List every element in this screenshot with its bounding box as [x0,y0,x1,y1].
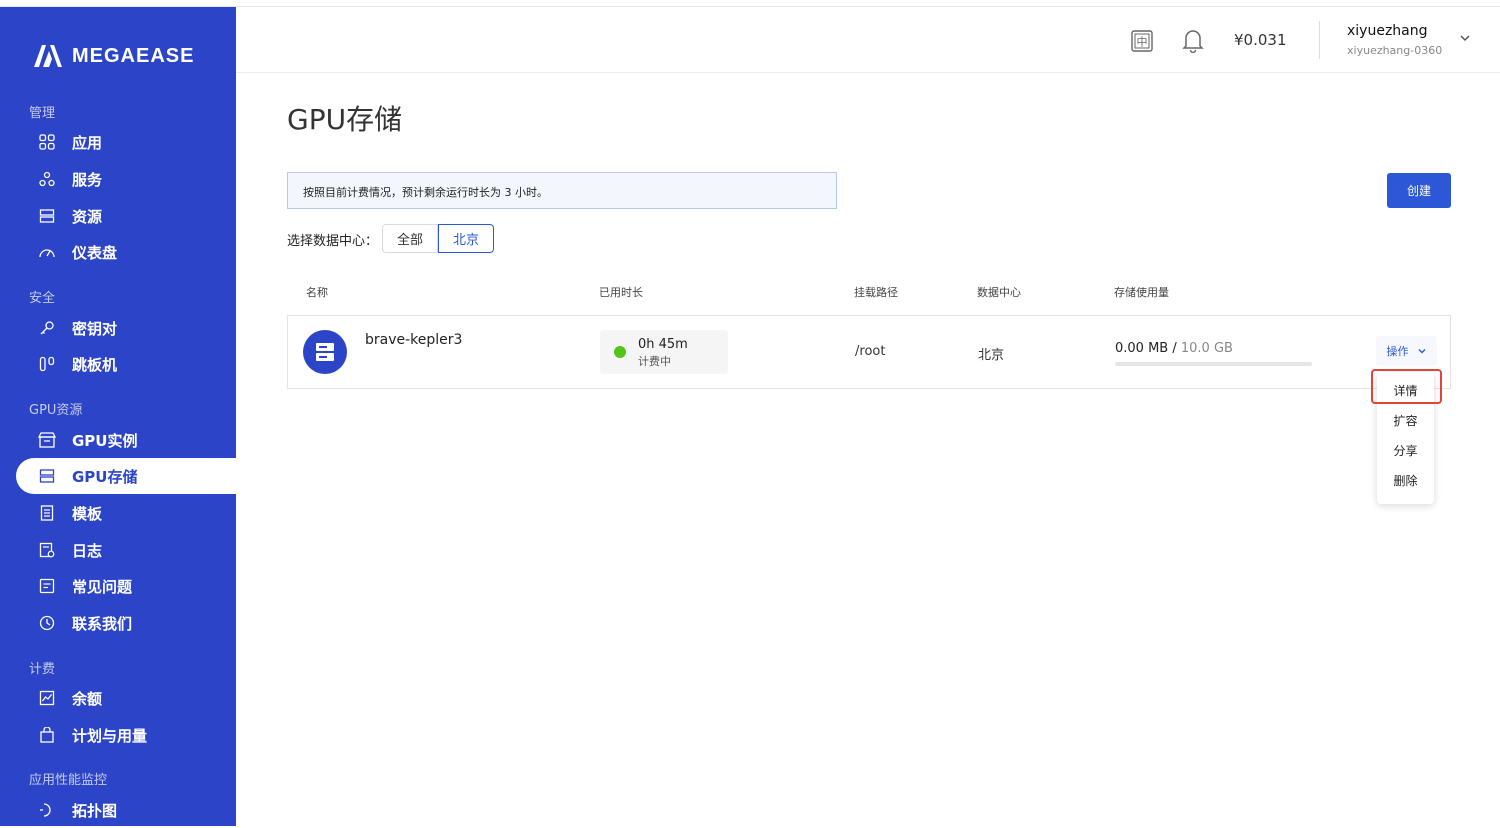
datacenter-option-all[interactable]: 全部 [382,224,439,253]
runtime-value: 0h 45m [638,337,688,352]
billing-notice: 按照目前计费情况，预计剩余运行时长为 3 小时。 [287,172,837,209]
jump-host-icon [38,355,56,373]
services-icon [38,170,56,188]
gauge-icon [38,243,56,261]
sidebar-item-label: 资源 [72,207,103,226]
section-manage: 管理 [29,106,56,121]
usage-total: 10.0 GB [1180,341,1233,356]
chart-icon [38,689,56,707]
table-row: brave-kepler3 0h 45m 计费中 /root 北京 0.00 M… [287,315,1451,389]
megaease-logo-icon [34,45,62,67]
sidebar: MEGAEASE 管理 应用 服务 资源 仪表盘 安全 密钥对 跳板机 GPU资… [0,7,236,826]
bag-icon [38,726,56,744]
datacenter-option-beijing[interactable]: 北京 [438,224,495,253]
actions-label: 操作 [1386,345,1409,358]
actions-dropdown-button[interactable]: 操作 [1376,336,1437,366]
top-header: 中 ¥0.031 xiyuezhang xiyuezhang-0360 [236,7,1500,73]
section-security: 安全 [29,291,56,306]
chevron-down-icon[interactable] [1458,31,1472,45]
clock-icon [38,614,56,632]
storage-usage: 0.00 MB / 10.0 GB [1115,341,1233,356]
column-header-datacenter: 数据中心 [977,286,1021,299]
sidebar-item-gpu-storage[interactable]: GPU存储 [16,458,236,494]
status-dot [614,346,626,358]
sidebar-item-apps[interactable]: 应用 [16,124,236,160]
sidebar-item-label: GPU存储 [72,467,138,486]
svg-text:中: 中 [1137,36,1148,49]
storage-icon [303,330,347,374]
runtime-box: 0h 45m 计费中 [600,330,728,374]
usage-separator: / [1168,341,1181,356]
column-header-runtime: 已用时长 [599,286,643,299]
brand-name: MEGAEASE [72,44,195,67]
mount-path: /root [855,344,886,359]
sidebar-item-balance[interactable]: 余额 [16,680,236,716]
topology-icon [38,801,56,819]
section-apm: 应用性能监控 [29,773,108,788]
sidebar-item-templates[interactable]: 模板 [16,495,236,531]
column-header-mount-path: 挂载路径 [854,286,898,299]
storage-name[interactable]: brave-kepler3 [365,332,462,348]
username[interactable]: xiyuezhang [1347,23,1428,39]
template-icon [38,504,56,522]
sidebar-item-label: GPU实例 [72,431,138,450]
sidebar-item-logs[interactable]: 日志 [16,532,236,568]
sidebar-item-plans[interactable]: 计划与用量 [16,717,236,753]
grid-icon [38,133,56,151]
server-icon [38,207,56,225]
sidebar-item-label: 服务 [72,170,103,189]
column-header-usage: 存储使用量 [1114,286,1169,299]
page-title: GPU存储 [287,103,403,136]
faq-icon [38,577,56,595]
usage-progress-bar [1115,362,1312,366]
sidebar-item-label: 计划与用量 [72,726,148,745]
sidebar-item-gpu-instances[interactable]: GPU实例 [16,422,236,458]
sidebar-item-faq[interactable]: 常见问题 [16,568,236,604]
sidebar-item-topology[interactable]: 拓扑图 [16,792,236,828]
sidebar-item-label: 密钥对 [72,319,118,338]
column-header-name: 名称 [306,286,328,299]
menu-item-delete[interactable]: 删除 [1377,465,1434,495]
storage-icon [38,467,56,485]
sidebar-item-label: 模板 [72,504,103,523]
brand-logo[interactable]: MEGAEASE [34,43,194,69]
bell-icon[interactable] [1182,27,1204,53]
sidebar-item-label: 应用 [72,133,103,152]
top-border [0,0,1500,7]
log-icon [38,541,56,559]
status-text: 计费中 [638,355,671,368]
sidebar-item-label: 日志 [72,541,103,560]
sidebar-item-resources[interactable]: 资源 [16,198,236,234]
usage-used: 0.00 MB [1115,341,1169,356]
sidebar-item-label: 常见问题 [72,577,133,596]
gpu-instance-icon [38,431,56,449]
sidebar-item-jumphost[interactable]: 跳板机 [16,346,236,382]
create-button[interactable]: 创建 [1387,173,1451,208]
sidebar-item-label: 联系我们 [72,614,133,633]
sidebar-item-label: 拓扑图 [72,801,118,820]
sidebar-item-label: 跳板机 [72,355,118,374]
sidebar-item-contact[interactable]: 联系我们 [16,605,236,641]
datacenter-selector: 全部 北京 [382,224,495,253]
datacenter-label: 选择数据中心： [287,234,379,249]
sidebar-item-services[interactable]: 服务 [16,161,236,197]
chevron-down-icon [1418,349,1425,354]
sidebar-item-keypairs[interactable]: 密钥对 [16,310,236,346]
sidebar-item-dashboard[interactable]: 仪表盘 [16,234,236,270]
language-switch-icon[interactable]: 中 [1130,29,1154,53]
menu-item-expand[interactable]: 扩容 [1377,405,1434,435]
key-icon [38,319,56,337]
menu-item-share[interactable]: 分享 [1377,435,1434,465]
section-gpu: GPU资源 [29,403,83,418]
user-id: xiyuezhang-0360 [1347,44,1443,57]
section-billing: 计费 [29,662,56,677]
datacenter-value: 北京 [978,348,1005,363]
sidebar-item-label: 仪表盘 [72,243,118,262]
balance-amount: ¥0.031 [1234,31,1287,49]
sidebar-item-label: 余额 [72,689,103,708]
header-divider [1319,21,1320,59]
highlight-box [1371,369,1442,404]
